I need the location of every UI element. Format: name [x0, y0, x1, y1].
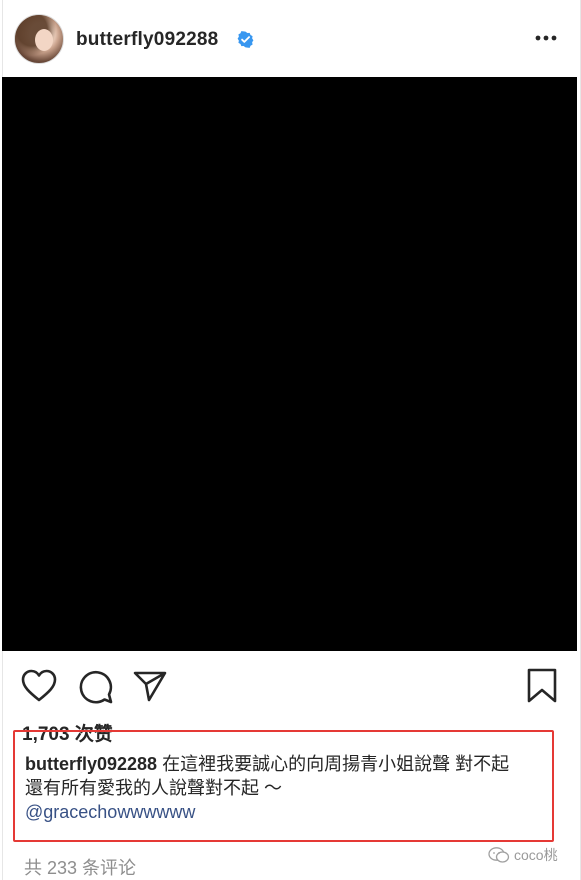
post-image[interactable]	[2, 77, 577, 651]
verified-badge-icon	[237, 31, 254, 48]
watermark-text: coco桃	[514, 847, 558, 863]
caption-text-line2: 還有所有愛我的人說聲對不起 ～	[25, 778, 282, 798]
post-header: butterfly092288	[0, 0, 577, 78]
view-comments-link[interactable]: 共 233 条评论	[24, 854, 136, 880]
watermark: coco桃	[488, 845, 558, 865]
heart-icon[interactable]	[21, 669, 57, 703]
comment-icon[interactable]	[78, 669, 114, 705]
caption-text-line1: 在這裡我要誠心的向周揚青小姐說聲 對不起	[162, 754, 510, 774]
share-icon[interactable]	[132, 669, 168, 703]
wechat-icon	[488, 847, 510, 863]
username[interactable]: butterfly092288	[76, 29, 218, 51]
bookmark-icon[interactable]	[526, 668, 558, 704]
post-caption: butterfly092288 在這裡我要誠心的向周揚青小姐說聲 對不起 還有所…	[25, 753, 555, 823]
more-options-icon[interactable]	[530, 28, 560, 48]
caption-username[interactable]: butterfly092288	[25, 754, 157, 774]
avatar-face	[35, 29, 53, 51]
avatar[interactable]	[14, 14, 64, 64]
caption-mention-link[interactable]: @gracechowwwwww	[25, 801, 555, 823]
